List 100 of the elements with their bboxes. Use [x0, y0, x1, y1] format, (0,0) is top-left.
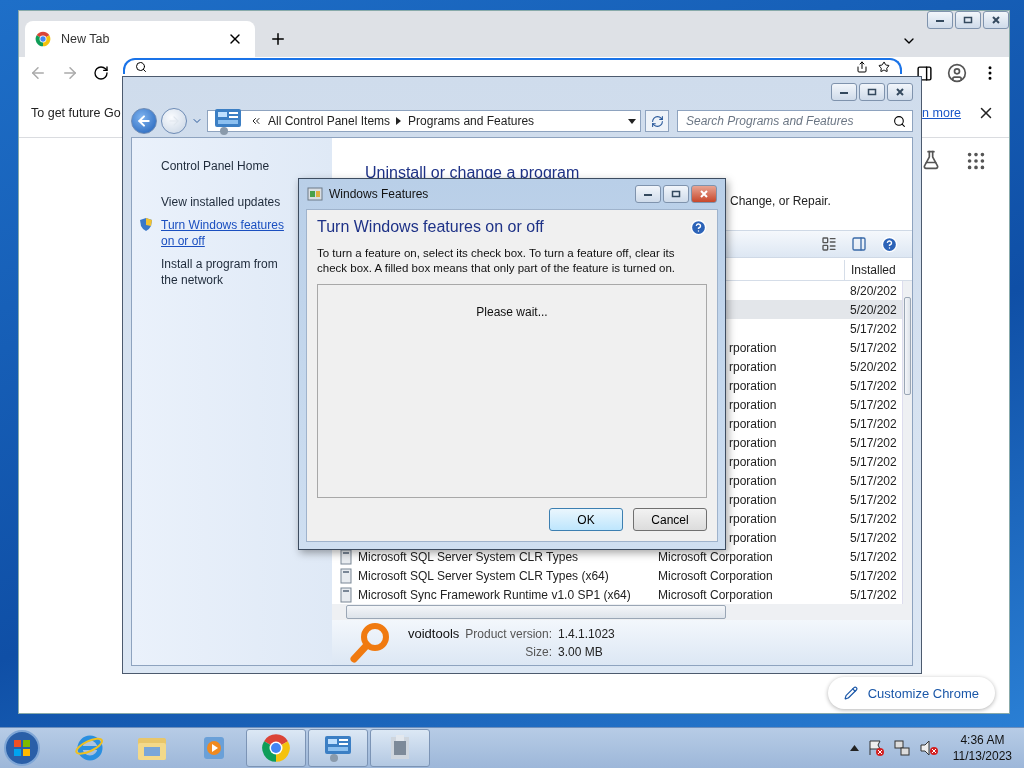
- table-cell: 5/17/202: [850, 397, 897, 412]
- page-subtitle: Change, or Repair.: [730, 194, 832, 208]
- table-cell: rporation: [729, 492, 777, 507]
- table-cell: Microsoft Sync Framework Runtime v1.0 SP1 (x64): [358, 587, 631, 602]
- forward-button[interactable]: [161, 108, 187, 134]
- search-field[interactable]: Search Programs and Features: [677, 110, 913, 132]
- help-icon[interactable]: [881, 235, 898, 253]
- learn-more-link[interactable]: n more: [922, 106, 961, 120]
- browser-tab[interactable]: New Tab: [25, 21, 255, 57]
- table-cell: Microsoft SQL Server System CLR Types: [358, 549, 579, 564]
- side-panel-icon[interactable]: [916, 64, 933, 82]
- table-cell: rporation: [729, 416, 777, 431]
- clock[interactable]: 4:36 AM 11/13/2023: [952, 732, 1012, 764]
- column-header[interactable]: Installed: [844, 260, 902, 280]
- taskbar-app-button[interactable]: [308, 729, 368, 767]
- sidebar-link[interactable]: Control Panel Home: [139, 158, 332, 174]
- table-cell: 5/17/202: [850, 511, 897, 526]
- table-cell: 5/20/202: [850, 302, 897, 317]
- program-icon: [340, 586, 352, 603]
- table-cell: rporation: [729, 340, 777, 355]
- table-cell: Microsoft Corporation: [658, 568, 773, 583]
- table-row[interactable]: Microsoft SQL Server System CLR Types (x64) Microsoft Corporation 5/17/202: [332, 566, 902, 585]
- tab-title: New Tab: [61, 32, 111, 46]
- minimize-button[interactable]: [831, 83, 857, 101]
- refresh-button[interactable]: [645, 110, 669, 132]
- maximize-icon: [963, 16, 973, 24]
- table-cell: rporation: [729, 435, 777, 450]
- flag-alert-icon[interactable]: [866, 739, 885, 757]
- views-icon[interactable]: [821, 236, 837, 252]
- caret-icon[interactable]: [396, 117, 403, 125]
- maximize-button[interactable]: [663, 185, 689, 203]
- address-bar[interactable]: [123, 58, 902, 74]
- maximize-button[interactable]: [955, 11, 981, 29]
- caret-icon[interactable]: [628, 118, 636, 124]
- close-button[interactable]: [887, 83, 913, 101]
- muted-speaker-icon[interactable]: [918, 739, 939, 757]
- table-cell: 5/17/202: [850, 378, 897, 393]
- table-cell: 5/17/202: [850, 473, 897, 488]
- maximize-icon: [867, 88, 877, 96]
- pencil-icon: [843, 686, 858, 700]
- version-label: Product version:: [465, 627, 553, 641]
- new-tab-icon[interactable]: [269, 30, 287, 48]
- chevrons-icon[interactable]: [250, 115, 262, 127]
- profile-icon[interactable]: [947, 63, 967, 83]
- close-icon: [991, 16, 1001, 24]
- maximize-button[interactable]: [859, 83, 885, 101]
- time-text: 4:36 AM: [960, 732, 1005, 748]
- table-row[interactable]: Microsoft Sync Framework Runtime v1.0 SP1 (x64) Microsoft Corporation 5/17/202: [332, 585, 902, 604]
- minimize-button[interactable]: [927, 11, 953, 29]
- table-cell: 5/17/202: [850, 549, 897, 564]
- flask-icon[interactable]: [921, 150, 941, 170]
- network-icon[interactable]: [892, 739, 911, 757]
- search-icon: [893, 114, 906, 128]
- minimize-button[interactable]: [635, 185, 661, 203]
- loading-text: Please wait...: [476, 305, 548, 321]
- apps-grid-icon[interactable]: [965, 150, 987, 172]
- dialog-heading: Turn Windows features on or off: [317, 218, 544, 236]
- table-cell: rporation: [729, 473, 777, 488]
- close-button[interactable]: [691, 185, 717, 203]
- back-button[interactable]: [131, 108, 157, 134]
- help-icon[interactable]: [690, 218, 707, 236]
- close-button[interactable]: [983, 11, 1009, 29]
- address-bar[interactable]: All Control Panel Items Programs and Features: [207, 110, 641, 132]
- infobar-text: To get future Go: [31, 106, 121, 120]
- table-cell: 5/17/202: [850, 416, 897, 431]
- share-icon[interactable]: [856, 61, 868, 73]
- tray-expand-icon[interactable]: [849, 745, 859, 751]
- close-icon: [895, 88, 905, 96]
- dialog-description: To turn a feature on, select its check box. To turn a feature off, clear its check box. A filled box means that only part of the feature is turned on.: [317, 246, 676, 276]
- breadcrumb-item[interactable]: All Control Panel Items: [268, 114, 391, 128]
- table-cell: rporation: [729, 359, 777, 374]
- taskbar-app-button[interactable]: [370, 729, 430, 767]
- refresh-icon: [650, 114, 664, 128]
- date-text: 11/13/2023: [952, 748, 1012, 764]
- bookmark-star-icon[interactable]: [878, 61, 890, 73]
- table-cell: 5/17/202: [850, 454, 897, 469]
- dialog-button[interactable]: OK: [549, 508, 623, 531]
- reload-icon[interactable]: [93, 65, 109, 81]
- vertical-scrollbar[interactable]: [902, 281, 912, 604]
- program-icon: [340, 548, 352, 565]
- preview-pane-icon[interactable]: [851, 236, 867, 252]
- customize-chrome-button[interactable]: Customize Chrome: [827, 677, 995, 709]
- version-value: 1.4.1.1023: [558, 627, 615, 641]
- dialog-button[interactable]: Cancel: [633, 508, 707, 531]
- table-cell: 5/17/202: [850, 321, 897, 336]
- chrome-icon: [35, 31, 51, 47]
- breadcrumb-item[interactable]: Programs and Features: [408, 114, 535, 128]
- search-icon: [135, 61, 147, 73]
- minimize-icon: [935, 17, 945, 23]
- table-cell: Microsoft Corporation: [658, 587, 773, 602]
- table-cell: 5/17/202: [850, 492, 897, 507]
- taskbar-app-button[interactable]: [246, 729, 306, 767]
- table-cell: 5/17/202: [850, 568, 897, 583]
- horizontal-scrollbar[interactable]: [332, 604, 912, 620]
- dialog-title: Windows Features: [329, 187, 430, 201]
- browser-e-icon: [75, 733, 105, 763]
- table-row[interactable]: Microsoft SQL Server System CLR Types Microsoft Corporation 5/17/202: [332, 547, 902, 566]
- forward-arrow-icon: [167, 114, 181, 128]
- table-cell: 5/17/202: [850, 530, 897, 545]
- table-cell: rporation: [729, 378, 777, 393]
